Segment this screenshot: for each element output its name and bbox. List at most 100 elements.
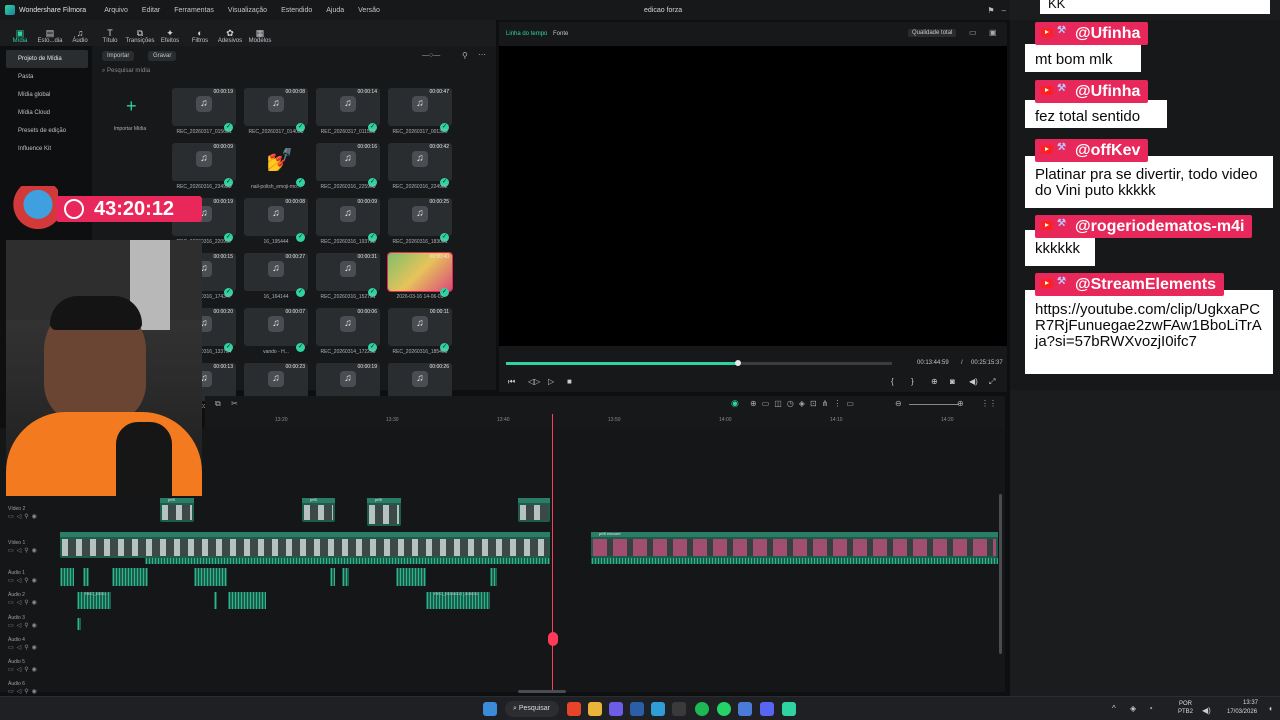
audio-clip[interactable]	[490, 568, 497, 586]
track-controls[interactable]: ▭◁⚲◉	[8, 622, 40, 629]
tab-source-preview[interactable]: Fonte	[553, 31, 568, 37]
tab-media[interactable]: ▣ Mídia	[6, 28, 34, 46]
crop-icon[interactable]: ⧉	[215, 399, 221, 409]
step-back-icon[interactable]: ◁▷	[528, 377, 540, 386]
camera-icon[interactable]: ◙	[950, 377, 955, 386]
volume-icon[interactable]: ◀)	[969, 377, 978, 386]
menu-visualizacao[interactable]: Visualização	[228, 7, 267, 14]
media-tile[interactable]: ♫ 00:00:14 ✓	[316, 88, 380, 132]
keyboard-label[interactable]: PTB2	[1178, 709, 1193, 715]
track-controls[interactable]: ▭◁⚲◉	[8, 666, 40, 673]
tab-timeline-preview[interactable]: Linha do tempo	[506, 31, 547, 37]
zoom-out-icon[interactable]: ⊖	[895, 399, 902, 408]
audio-clip[interactable]	[591, 558, 998, 564]
tab-templates[interactable]: ▦ Modelos	[246, 28, 274, 46]
import-media-tile[interactable]: + Importar Mídia	[100, 88, 170, 138]
audio-clip[interactable]	[60, 568, 74, 586]
scrubber-handle[interactable]	[734, 360, 741, 366]
media-tile[interactable]: 00:00:40 ✓	[387, 252, 453, 297]
search-input[interactable]: Pesquisar mídia	[107, 68, 150, 74]
tab-audio[interactable]: ♫ Áudio	[66, 28, 94, 46]
sidebar-item-project-media[interactable]: Projeto de Mídia	[6, 50, 88, 68]
sidebar-item-global-media[interactable]: Mídia global	[6, 86, 88, 104]
menu-editar[interactable]: Editar	[142, 7, 160, 14]
horizontal-scrollbar[interactable]	[518, 690, 566, 693]
volume-tray-icon[interactable]: ◀)	[1202, 706, 1211, 715]
track-controls[interactable]: ▭◁⚲◉	[8, 688, 40, 695]
audio-clip[interactable]: REC_2026...	[77, 591, 111, 609]
filter-icon[interactable]: ⚲	[462, 51, 468, 60]
audio-clip[interactable]	[228, 592, 266, 609]
obs-icon[interactable]	[672, 702, 686, 716]
track-controls[interactable]: ▭◁⚲◉	[8, 599, 40, 606]
video-clip[interactable]: prt5	[367, 497, 401, 526]
media-tile[interactable]: ♫ 00:00:25 ✓	[388, 198, 452, 242]
media-tile[interactable]: ♫ 00:00:31 ✓	[316, 253, 380, 297]
import-button[interactable]: Importar	[102, 51, 135, 61]
prev-frame-icon[interactable]: ⏮	[508, 377, 515, 387]
video-clip[interactable]: prt5 recoure	[591, 531, 998, 558]
spotify-icon[interactable]	[695, 702, 709, 716]
media-tile[interactable]: ♫ 00:00:42 ✓	[388, 143, 452, 187]
quality-select[interactable]: Qualidade total	[908, 29, 957, 37]
mark-out-icon[interactable]: }	[911, 377, 914, 386]
tab-stock-media[interactable]: ▤ Esto...dia	[36, 28, 64, 46]
zoom-icon[interactable]: ⊕	[931, 377, 938, 386]
tab-filters[interactable]: ◐ Filtros	[186, 28, 214, 46]
track-controls[interactable]: ▭◁⚲◉	[8, 644, 40, 651]
menu-versao[interactable]: Versão	[358, 7, 380, 14]
media-tile[interactable]: ♫ 00:00:47 ✓	[388, 88, 452, 132]
timeline-zoom-slider[interactable]	[909, 404, 959, 405]
media-tile[interactable]: ♫ 00:00:08 ✓	[244, 198, 308, 242]
zoom-slider[interactable]: —○—	[422, 52, 440, 59]
media-tile[interactable]: ♫ 00:00:16 ✓	[316, 143, 380, 187]
menu-ajuda[interactable]: Ajuda	[326, 7, 344, 14]
audio-clip[interactable]	[83, 568, 89, 586]
tab-effects[interactable]: ✦ Efeitos	[156, 28, 184, 46]
filmora-taskbar-icon[interactable]	[782, 702, 796, 716]
video-clip[interactable]: prt5	[302, 497, 335, 522]
file-explorer-icon[interactable]	[588, 702, 602, 716]
notification-icon[interactable]: ⚑	[987, 6, 994, 15]
fullscreen-icon[interactable]: ⤢	[989, 377, 995, 387]
media-tile[interactable]: 💅 ✓	[244, 143, 308, 187]
audio-clip[interactable]: REC_20260317_015631	[426, 591, 490, 609]
snapshot-icon[interactable]: ▣	[989, 28, 997, 37]
brave-icon[interactable]	[567, 702, 581, 716]
sidebar-item-cloud-media[interactable]: Mídia Cloud	[6, 104, 88, 122]
zoom-in-icon[interactable]: ⊕	[957, 399, 964, 408]
record-button[interactable]: Gravar	[148, 51, 177, 61]
audio-clip[interactable]	[342, 568, 349, 586]
more-options-icon[interactable]: ⋯	[478, 50, 486, 59]
audio-clip[interactable]	[77, 618, 81, 630]
notification-bell-icon[interactable]: ◖	[1268, 704, 1273, 713]
mark-in-icon[interactable]: {	[891, 377, 894, 386]
steam-icon[interactable]	[630, 702, 644, 716]
whatsapp-icon[interactable]	[717, 702, 731, 716]
timeline-tools[interactable]: ⊕▭◫◷◈⊡⋔⋮▭	[750, 399, 859, 408]
tab-transitions[interactable]: ⧉ Transições	[125, 28, 154, 46]
clock-time[interactable]: 13:37	[1243, 700, 1258, 706]
grid-icon[interactable]: ⋮⋮	[981, 399, 997, 408]
sidebar-item-folder[interactable]: Pasta	[6, 68, 88, 86]
video-preview[interactable]	[499, 46, 1007, 346]
preview-scrubber[interactable]	[506, 360, 892, 366]
app-icon[interactable]	[651, 702, 665, 716]
teams-icon[interactable]	[609, 702, 623, 716]
vertical-scrollbar[interactable]	[999, 494, 1002, 654]
audio-clip[interactable]	[330, 568, 335, 586]
media-tile[interactable]: ♫ 00:00:08 ✓	[244, 88, 308, 132]
language-label[interactable]: POR	[1179, 701, 1192, 707]
ai-icon[interactable]: ◉	[731, 398, 739, 409]
timeline-ruler[interactable]: 13:20 13:30 13:40 13:50 14:00 14:10 14:20	[205, 414, 1005, 428]
tray-arrow-icon[interactable]: ^	[1112, 704, 1116, 713]
media-tile[interactable]: ♫ 00:00:09 ✓	[172, 143, 236, 187]
layout-icon[interactable]: ▭	[969, 28, 977, 37]
video-clip[interactable]	[60, 532, 550, 558]
video-clip[interactable]	[518, 498, 550, 522]
menu-arquivo[interactable]: Arquivo	[104, 7, 128, 14]
clock-date[interactable]: 17/03/2026	[1227, 709, 1257, 715]
tab-stickers[interactable]: ✿ Adesivos	[216, 28, 244, 46]
audio-clip[interactable]	[145, 558, 550, 564]
track-controls[interactable]: ▭◁⚲◉	[8, 513, 40, 520]
